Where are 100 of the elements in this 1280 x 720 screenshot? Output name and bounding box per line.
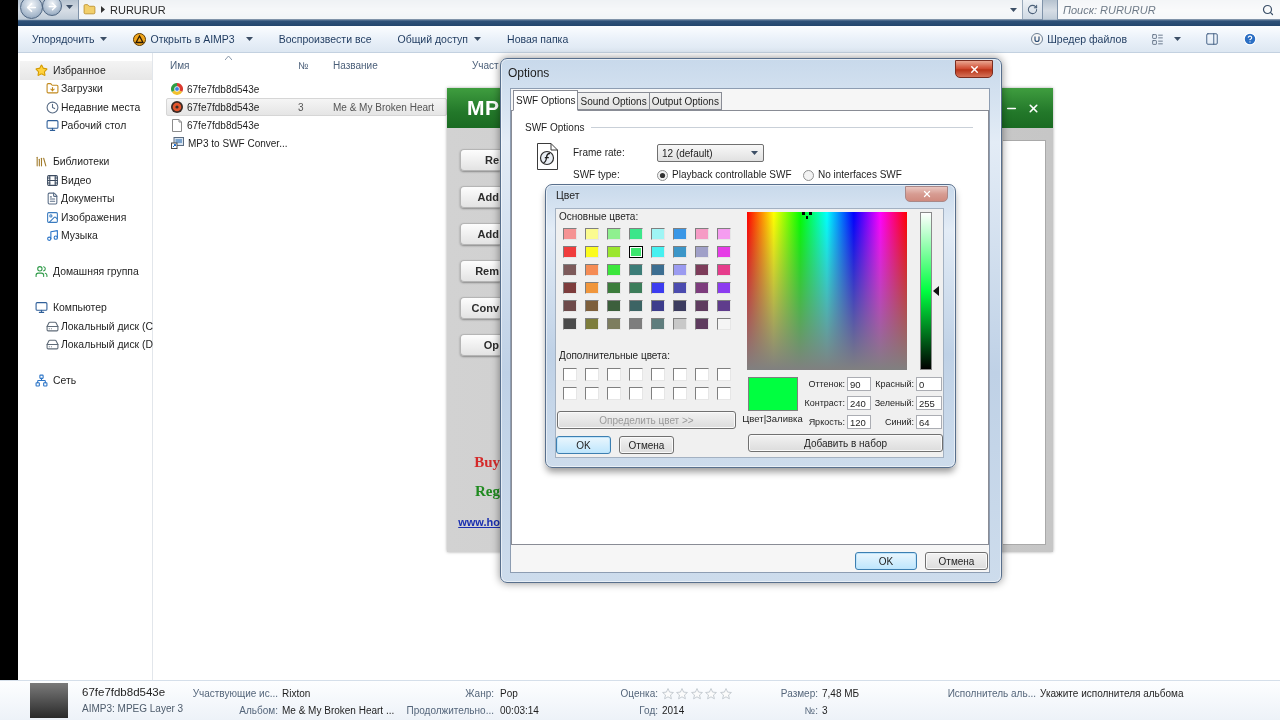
address-field[interactable]: RURURUR [78, 0, 1043, 20]
value-field[interactable]: 0 [916, 377, 942, 391]
swatch-icon[interactable] [585, 368, 599, 381]
swatch-icon[interactable] [607, 246, 621, 258]
file-row[interactable]: 67fe7fdb8d543e [166, 116, 447, 134]
side-button[interactable]: Rem [460, 260, 500, 282]
swatch-icon[interactable] [673, 387, 687, 400]
swatch-icon[interactable] [695, 246, 709, 258]
swatch-icon[interactable] [607, 264, 621, 276]
swatch-icon[interactable] [607, 387, 621, 400]
swatch-icon[interactable] [629, 300, 643, 312]
sidebar-item[interactable]: Сеть [20, 371, 152, 390]
swatch-icon[interactable] [563, 282, 577, 294]
forward-button[interactable] [42, 0, 62, 16]
tab[interactable]: Sound Options [577, 92, 650, 110]
swatch-icon[interactable] [563, 368, 577, 381]
swatch-icon[interactable] [651, 228, 665, 240]
swatch-icon[interactable] [673, 228, 687, 240]
color-spectrum[interactable] [747, 212, 907, 370]
swatch-icon[interactable] [651, 282, 665, 294]
file-row[interactable]: 67fe7fdb8d543e 3 Me & My Broken Heart [166, 98, 447, 116]
swatch-icon[interactable] [585, 282, 599, 294]
toolbar-button[interactable]: Новая папка [500, 28, 576, 50]
sidebar-item[interactable]: Рабочий стол [20, 116, 152, 135]
chevron-icon[interactable] [101, 6, 105, 13]
close-button[interactable] [955, 60, 993, 78]
side-button[interactable]: Re [460, 149, 500, 171]
sidebar-item[interactable]: Библиотеки [20, 152, 152, 171]
swatch-icon[interactable] [563, 264, 577, 276]
value-field[interactable]: 90 [847, 377, 871, 391]
toolbar-button[interactable]: Воспроизвести все [271, 28, 379, 50]
toolbar-button[interactable]: Шредер файлов [1024, 28, 1134, 50]
swatch-icon[interactable] [585, 318, 599, 330]
dialog-button[interactable]: Отмена [619, 436, 674, 454]
toolbar-button[interactable]: Открыть в AIMP3 [126, 28, 260, 50]
swatch-icon[interactable] [695, 368, 709, 381]
caret-icon[interactable] [1010, 7, 1017, 12]
toolbar-button[interactable]: Упорядочить [25, 28, 115, 50]
swatch-icon[interactable] [717, 368, 731, 381]
swatch-icon[interactable] [563, 228, 577, 240]
swatch-icon[interactable] [651, 300, 665, 312]
crosshair-icon[interactable] [802, 212, 812, 219]
side-button[interactable]: Conv [460, 297, 500, 319]
swatch-icon[interactable] [651, 246, 665, 258]
value-field[interactable]: 64 [916, 415, 942, 429]
swatch-icon[interactable] [717, 318, 731, 330]
swatch-icon[interactable] [585, 246, 599, 258]
swatch-icon[interactable] [695, 387, 709, 400]
swatch-icon[interactable] [717, 300, 731, 312]
swatch-icon[interactable] [629, 318, 643, 330]
slider-arrow-icon[interactable] [933, 286, 939, 296]
swatch-icon[interactable] [673, 318, 687, 330]
close-icon[interactable] [1027, 101, 1040, 115]
sidebar-item[interactable]: Локальный диск (C [20, 317, 152, 336]
file-row[interactable]: MP3 to SWF Conver... [166, 134, 447, 152]
swatch-icon[interactable] [629, 228, 643, 240]
sidebar-item[interactable]: Недавние места [20, 98, 152, 117]
swatch-icon[interactable] [563, 387, 577, 400]
swatch-icon[interactable] [695, 300, 709, 312]
swatch-icon[interactable] [651, 368, 665, 381]
dialog-button[interactable]: OK [556, 436, 611, 454]
swatch-icon[interactable] [607, 228, 621, 240]
sidebar-item[interactable]: Загрузки [20, 79, 152, 98]
swatch-icon[interactable] [629, 387, 643, 400]
radio-option[interactable]: No interfaces SWF [803, 169, 983, 181]
side-button[interactable]: Op [460, 334, 500, 356]
website-link[interactable]: www.ho [458, 515, 500, 529]
caret-icon[interactable] [66, 5, 73, 9]
search-field[interactable]: Поиск: RURURUR [1057, 0, 1280, 20]
sidebar-item[interactable]: Избранное [20, 61, 152, 80]
swatch-icon[interactable] [629, 246, 643, 258]
dialog-button[interactable]: OK [855, 552, 917, 570]
sidebar-item[interactable]: Локальный диск (D [20, 335, 152, 354]
swatch-icon[interactable] [585, 228, 599, 240]
swatch-icon[interactable] [585, 387, 599, 400]
swatch-icon[interactable] [651, 387, 665, 400]
sidebar-item[interactable]: Музыка [20, 226, 152, 245]
swatch-icon[interactable] [607, 318, 621, 330]
swatch-icon[interactable] [673, 264, 687, 276]
radio-option[interactable]: Playback controllable SWF [657, 169, 803, 181]
add-to-set-button[interactable]: Добавить в набор [748, 434, 943, 452]
swatch-icon[interactable] [651, 318, 665, 330]
frame-rate-select[interactable]: 12 (default) [657, 144, 764, 162]
swatch-icon[interactable] [585, 264, 599, 276]
value-field[interactable]: 255 [916, 396, 942, 410]
swatch-icon[interactable] [695, 282, 709, 294]
swatch-icon[interactable] [717, 228, 731, 240]
column-header[interactable]: № [292, 55, 327, 75]
swatch-icon[interactable] [585, 300, 599, 312]
swatch-icon[interactable] [607, 282, 621, 294]
tab[interactable]: Output Options [648, 92, 722, 110]
sidebar-item[interactable]: Изображения [20, 208, 152, 227]
luminance-slider[interactable] [920, 212, 940, 370]
side-button[interactable]: Add [460, 186, 500, 208]
toolbar-button[interactable]: Общий доступ [390, 28, 489, 50]
sidebar-item[interactable]: Компьютер [20, 298, 152, 317]
swatch-icon[interactable] [673, 246, 687, 258]
tab[interactable]: SWF Options [513, 90, 579, 111]
swatch-icon[interactable] [629, 264, 643, 276]
value-field[interactable]: 120 [847, 415, 871, 429]
